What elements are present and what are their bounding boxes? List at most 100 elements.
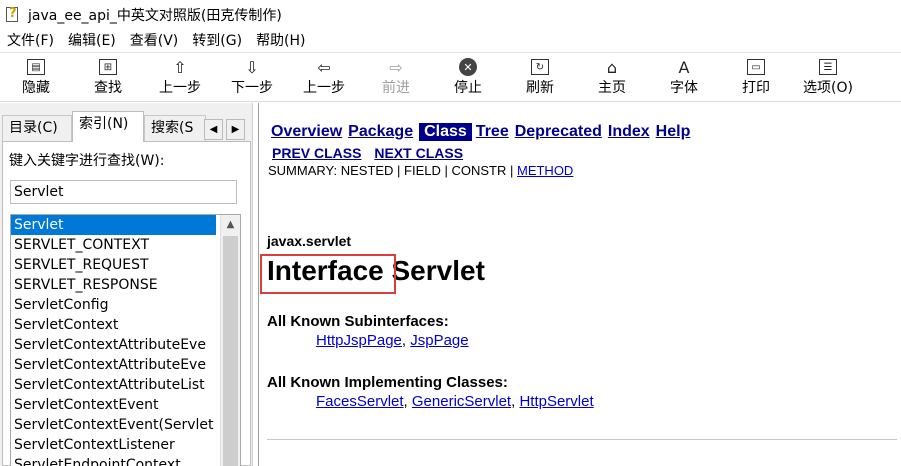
arrow-up-icon: ⇧	[173, 57, 187, 77]
subinterface-link[interactable]: HttpJspPage	[316, 332, 402, 349]
nav-deprecated-link[interactable]: Deprecated	[515, 123, 602, 141]
list-item[interactable]: ServletConfig	[11, 295, 216, 315]
nav-tree-link[interactable]: Tree	[476, 123, 509, 141]
scroll-thumb[interactable]	[223, 236, 238, 466]
list-item[interactable]: Servlet	[11, 215, 216, 235]
list-item[interactable]: SERVLET_RESPONSE	[11, 275, 216, 295]
list-item[interactable]: ServletEndpointContext	[11, 455, 216, 466]
impl-class-link[interactable]: FacesServlet	[316, 393, 404, 410]
summary-text: SUMMARY: NESTED | FIELD | CONSTR |	[268, 163, 517, 178]
stop-icon: ✕	[457, 56, 479, 78]
back-label: 上一步	[159, 80, 201, 96]
find-button[interactable]: ⊞ 查找	[76, 56, 140, 100]
nav-help-link[interactable]: Help	[656, 123, 691, 141]
impl-class-link[interactable]: GenericServlet	[412, 393, 511, 410]
menu-edit[interactable]: 编辑(E)	[61, 31, 123, 51]
find-label: 查找	[94, 80, 122, 96]
heading-name: Servlet	[391, 255, 485, 286]
divider	[267, 439, 897, 440]
next-step-label: 下一步	[231, 80, 273, 96]
keyword-label: 键入关键字进行查找(W):	[9, 153, 165, 169]
help-file-icon: ?	[4, 6, 22, 24]
impl-classes-list: FacesServlet, GenericServlet, HttpServle…	[316, 393, 594, 410]
tab-search[interactable]: 搜索(S	[144, 115, 206, 141]
font-icon: A	[678, 57, 690, 77]
tab-scroll-left-icon[interactable]: ◀	[204, 119, 223, 140]
menu-bar: 文件(F) 编辑(E) 查看(V) 转到(G) 帮助(H)	[0, 30, 901, 52]
next-class-link[interactable]: NEXT CLASS	[374, 145, 463, 161]
list-scrollbar[interactable]: ▲	[220, 215, 240, 466]
menu-view[interactable]: 查看(V)	[123, 31, 186, 51]
refresh-button[interactable]: ↻ 刷新	[508, 56, 572, 100]
title-bar: ? java_ee_api_中英文对照版(田克传制作)	[0, 0, 901, 30]
subinterfaces-list: HttpJspPage, JspPage	[316, 332, 469, 349]
home-label: 主页	[598, 80, 626, 96]
menu-goto[interactable]: 转到(G)	[185, 31, 249, 51]
highlight-annotation-box	[260, 254, 396, 294]
menu-help[interactable]: 帮助(H)	[249, 31, 312, 51]
printer-icon: ▭	[745, 56, 767, 78]
font-button[interactable]: A 字体	[652, 56, 716, 100]
forward-label: 前进	[382, 80, 410, 96]
list-item[interactable]: ServletContextAttributeEve	[11, 335, 216, 355]
menu-file[interactable]: 文件(F)	[0, 31, 61, 51]
subinterface-link[interactable]: JspPage	[410, 332, 468, 349]
home-icon: ⌂	[606, 57, 618, 77]
summary-method-link[interactable]: METHOD	[517, 163, 573, 178]
index-list[interactable]: Servlet SERVLET_CONTEXT SERVLET_REQUEST …	[10, 214, 241, 466]
class-subnav: PREV CLASS NEXT CLASS	[272, 145, 472, 161]
keyword-input[interactable]	[10, 180, 237, 204]
tab-index[interactable]: 索引(N)	[72, 111, 144, 142]
list-item[interactable]: ServletContext	[11, 315, 216, 335]
navigation-pane: 目录(C) 索引(N) 搜索(S ◀ ▶ 键入关键字进行查找(W): Servl…	[0, 103, 253, 466]
summary-line: SUMMARY: NESTED | FIELD | CONSTR | METHO…	[268, 163, 573, 178]
print-label: 打印	[742, 80, 770, 96]
toolbar: ▤ 隐藏 ⊞ 查找 ⇧ 上一步 ⇩ 下一步 ⇦ 上一步 ⇨ 前进 ✕ 停止 ↻ …	[0, 52, 901, 102]
options-label: 选项(O)	[803, 80, 853, 96]
scroll-up-icon[interactable]: ▲	[221, 215, 240, 234]
hide-pane-icon: ▤	[25, 56, 47, 78]
nav-index-link[interactable]: Index	[608, 123, 650, 141]
arrow-down-icon: ⇩	[245, 57, 259, 77]
list-item[interactable]: SERVLET_REQUEST	[11, 255, 216, 275]
nav-tabs: 目录(C) 索引(N) 搜索(S ◀ ▶	[2, 111, 252, 142]
stop-button[interactable]: ✕ 停止	[436, 56, 500, 100]
next-step-button[interactable]: ⇩ 下一步	[220, 56, 284, 100]
list-item[interactable]: ServletContextAttributeList	[11, 375, 216, 395]
tab-contents[interactable]: 目录(C)	[2, 115, 72, 141]
forward-button[interactable]: ⇨ 前进	[364, 56, 428, 100]
list-item[interactable]: ServletContextListener	[11, 435, 216, 455]
impl-class-link[interactable]: HttpServlet	[519, 393, 593, 410]
refresh-label: 刷新	[526, 80, 554, 96]
arrow-right-icon: ⇨	[389, 57, 403, 77]
nav-package-link[interactable]: Package	[348, 123, 413, 141]
arrow-left-icon: ⇦	[317, 57, 331, 77]
package-name: javax.servlet	[267, 233, 352, 249]
options-icon: ☰	[817, 56, 839, 78]
options-button[interactable]: ☰ 选项(O)	[796, 56, 860, 100]
back-button[interactable]: ⇧ 上一步	[148, 56, 212, 100]
prev-step-label: 上一步	[303, 80, 345, 96]
list-item[interactable]: SERVLET_CONTEXT	[11, 235, 216, 255]
home-button[interactable]: ⌂ 主页	[580, 56, 644, 100]
nav-overview-link[interactable]: Overview	[271, 123, 342, 141]
prev-step-button[interactable]: ⇦ 上一步	[292, 56, 356, 100]
hide-button[interactable]: ▤ 隐藏	[4, 56, 68, 100]
font-label: 字体	[670, 80, 698, 96]
refresh-icon: ↻	[529, 56, 551, 78]
list-item[interactable]: ServletContextEvent(Servlet	[11, 415, 216, 435]
list-item[interactable]: ServletContextEvent	[11, 395, 216, 415]
print-button[interactable]: ▭ 打印	[724, 56, 788, 100]
prev-class-link[interactable]: PREV CLASS	[272, 145, 361, 161]
index-tab-panel: 键入关键字进行查找(W): Servlet SERVLET_CONTEXT SE…	[2, 141, 251, 466]
stop-label: 停止	[454, 80, 482, 96]
list-item[interactable]: ServletContextAttributeEve	[11, 355, 216, 375]
hide-label: 隐藏	[22, 80, 50, 96]
subinterfaces-title: All Known Subinterfaces:	[267, 313, 449, 330]
tab-scroll-right-icon[interactable]: ▶	[226, 119, 245, 140]
nav-class-current: Class	[419, 123, 472, 141]
window-title: java_ee_api_中英文对照版(田克传制作)	[28, 8, 282, 24]
doc-navbar: Overview Package Class Tree Deprecated I…	[271, 121, 696, 143]
impl-classes-title: All Known Implementing Classes:	[267, 374, 508, 391]
document-pane: Overview Package Class Tree Deprecated I…	[258, 103, 901, 466]
